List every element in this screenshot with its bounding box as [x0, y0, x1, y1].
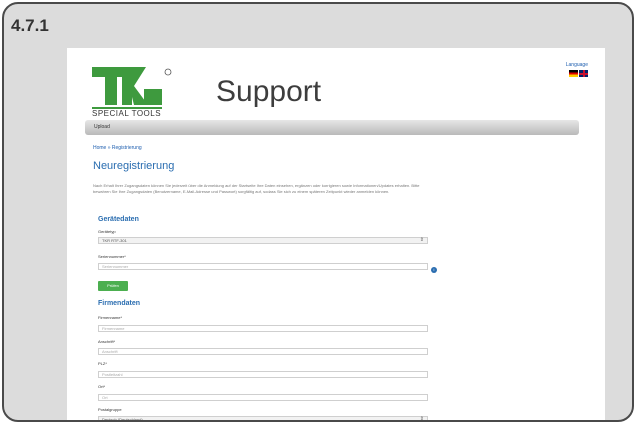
device-type-select[interactable]: TKR RTF-301 ⇕: [98, 237, 428, 244]
chevron-down-icon: ⇕: [419, 416, 424, 422]
support-page: SPECIAL TOOLS Support Language Upload Ho…: [67, 48, 605, 422]
chevron-down-icon: ⇕: [419, 237, 424, 243]
city-label: Ort*: [98, 384, 106, 389]
language-link[interactable]: Language: [566, 62, 588, 68]
nav-item-upload[interactable]: Upload: [94, 124, 110, 130]
check-button[interactable]: Prüfen: [98, 281, 128, 291]
section-number: 4.7.1: [11, 16, 49, 35]
language-flags: [569, 70, 588, 77]
address-input[interactable]: Anschrift: [98, 348, 428, 355]
info-icon[interactable]: i: [431, 267, 437, 273]
country-label: Postalgruppe: [98, 407, 122, 412]
page-title: Neuregistrierung: [93, 160, 175, 172]
serial-label: Seriennummer*: [98, 254, 126, 259]
city-input[interactable]: Ort: [98, 394, 428, 401]
device-section-title: Gerätedaten: [98, 216, 139, 223]
country-value: Deutsch (Deutschland): [102, 417, 143, 422]
country-select[interactable]: Deutsch (Deutschland) ⇕: [98, 416, 428, 422]
address-label: Anschrift*: [98, 339, 116, 344]
logo-subtext: SPECIAL TOOLS: [92, 109, 162, 118]
device-type-value: TKR RTF-301: [102, 238, 127, 243]
zip-label: PLZ*: [98, 361, 107, 366]
german-flag-icon[interactable]: [569, 70, 578, 77]
company-name-label: Firmenname*: [98, 315, 123, 320]
breadcrumb[interactable]: Home » Registrierung: [93, 145, 142, 151]
figure-frame: 4.7.1 SPECIAL TOOLS Support Language Upl…: [2, 2, 634, 422]
uk-flag-icon[interactable]: [579, 70, 588, 77]
serial-input[interactable]: Seriennummer: [98, 263, 428, 270]
intro-text: Nach Erhalt Ihrer Zugangsdaten können Si…: [93, 183, 420, 194]
device-type-label: Gerätetyp: [98, 229, 116, 234]
page-header-title: Support: [216, 75, 322, 108]
company-name-input[interactable]: Firmenname: [98, 325, 428, 332]
main-navbar: Upload: [85, 120, 579, 135]
zip-input[interactable]: Postleitzahl: [98, 371, 428, 378]
company-section-title: Firmendaten: [98, 300, 141, 307]
